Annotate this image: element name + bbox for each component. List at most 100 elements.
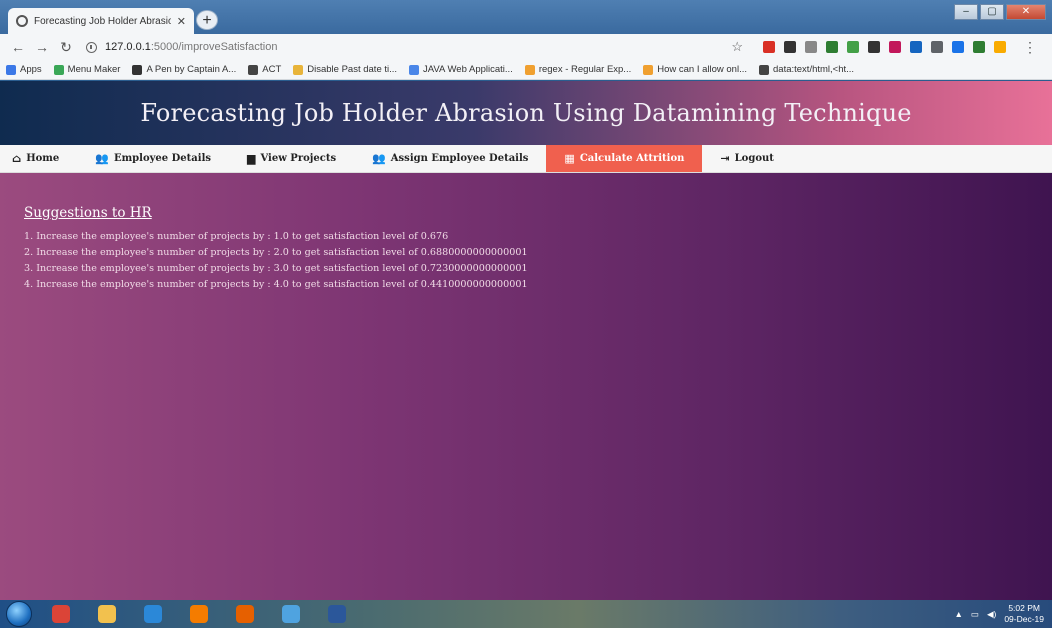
- taskbar-app-button[interactable]: [134, 602, 172, 626]
- page-title: Forecasting Job Holder Abrasion Using Da…: [140, 99, 912, 127]
- bookmark-favicon-icon: [643, 64, 654, 75]
- bookmark-label: Menu Maker: [67, 64, 121, 75]
- bookmark-label: Disable Past date ti...: [307, 64, 398, 75]
- new-tab-button[interactable]: +: [196, 10, 218, 30]
- bookmark-label: A Pen by Captain A...: [146, 64, 237, 75]
- nav-item-calculate-attrition[interactable]: ▦ Calculate Attrition: [546, 145, 703, 172]
- close-tab-icon[interactable]: ✕: [177, 15, 186, 28]
- bookmark-label: data:text/html,<ht...: [773, 64, 855, 75]
- apps-grid-icon: [6, 64, 16, 75]
- taskbar-app-button[interactable]: [272, 602, 310, 626]
- bookmark-label: How can I allow onl...: [657, 64, 747, 75]
- window-controls: – ▢ ✕: [954, 4, 1046, 20]
- reload-icon[interactable]: ↻: [56, 39, 76, 56]
- bookmark-favicon-icon: [132, 64, 143, 75]
- minimize-button[interactable]: –: [954, 4, 978, 20]
- extension-icon[interactable]: [868, 41, 880, 53]
- extension-icon[interactable]: [910, 41, 922, 53]
- nav-item-view-projects[interactable]: ▆ View Projects: [229, 145, 354, 172]
- globe-icon: [16, 15, 28, 27]
- extension-icon[interactable]: [847, 41, 859, 53]
- suggestions-list: 1. Increase the employee's number of pro…: [24, 229, 528, 293]
- address-bar[interactable]: 127.0.0.1:5000/improveSatisfaction: [80, 36, 731, 58]
- users-icon: 👥: [95, 152, 109, 165]
- nav-item-label: View Projects: [260, 153, 337, 164]
- file-explorer-icon: [98, 605, 116, 623]
- volume-icon[interactable]: ◀): [987, 609, 996, 620]
- extension-icon[interactable]: [763, 41, 775, 53]
- nav-item-logout[interactable]: ⇥ Logout: [702, 145, 791, 172]
- extension-icon[interactable]: [889, 41, 901, 53]
- bookmark-favicon-icon: [409, 64, 420, 75]
- nav-item-label: Employee Details: [113, 153, 211, 164]
- clock-time: 5:02 PM: [1008, 603, 1040, 613]
- nav-item-assign-employee-details[interactable]: 👥 Assign Employee Details: [354, 145, 546, 172]
- app-icon: [282, 605, 300, 623]
- bookmark-item[interactable]: regex - Regular Exp...: [524, 64, 631, 75]
- logout-icon: ⇥: [720, 152, 730, 165]
- bookmark-item[interactable]: Disable Past date ti...: [293, 64, 397, 75]
- extension-icon[interactable]: [973, 41, 985, 53]
- suggestions-panel: Suggestions to HR 1. Increase the employ…: [24, 205, 528, 293]
- bookmark-favicon-icon: [524, 64, 535, 75]
- browser-tab[interactable]: Forecasting Job Holder Abrasion ✕: [8, 8, 194, 34]
- bookmark-item[interactable]: How can I allow onl...: [643, 64, 747, 75]
- extension-icons: [763, 41, 1006, 53]
- bookmark-item[interactable]: Apps: [6, 64, 42, 75]
- taskbar-app-button[interactable]: [180, 602, 218, 626]
- clock-date: 09-Dec-19: [1004, 614, 1044, 624]
- vscode-icon: [144, 605, 162, 623]
- taskbar-app-button[interactable]: [226, 602, 264, 626]
- taskbar-app-button[interactable]: [42, 602, 80, 626]
- suggestion-item: 4. Increase the employee's number of pro…: [24, 279, 528, 290]
- bookmark-item[interactable]: A Pen by Captain A...: [132, 64, 236, 75]
- nav-item-label: Calculate Attrition: [579, 153, 685, 164]
- taskbar-app-button[interactable]: [318, 602, 356, 626]
- tab-title: Forecasting Job Holder Abrasion: [34, 15, 171, 27]
- word-icon: [328, 605, 346, 623]
- extension-icon[interactable]: [952, 41, 964, 53]
- tray-up-arrow-icon[interactable]: ▲: [954, 609, 962, 619]
- bookmark-item[interactable]: Menu Maker: [53, 64, 121, 75]
- bookmark-favicon-icon: [53, 64, 64, 75]
- nav-item-employee-details[interactable]: 👥 Employee Details: [77, 145, 229, 172]
- network-icon[interactable]: ▭: [971, 609, 979, 620]
- menu-icon[interactable]: ⋮: [1020, 39, 1040, 56]
- close-window-button[interactable]: ✕: [1006, 4, 1046, 20]
- site-banner: Forecasting Job Holder Abrasion Using Da…: [0, 81, 1052, 145]
- url-path: :5000/improveSatisfaction: [150, 41, 278, 53]
- taskbar-app-button[interactable]: [88, 602, 126, 626]
- forward-icon[interactable]: →: [32, 39, 52, 55]
- nav-item-label: Assign Employee Details: [390, 153, 529, 164]
- extension-icon[interactable]: [994, 41, 1006, 53]
- suggestion-item: 2. Increase the employee's number of pro…: [24, 247, 528, 258]
- bookmark-star-icon[interactable]: ☆: [731, 39, 743, 55]
- bookmark-item[interactable]: ACT: [248, 64, 281, 75]
- nav-item-home[interactable]: ⌂ Home: [0, 145, 77, 172]
- bookmark-label: Apps: [20, 64, 42, 75]
- vlc-icon: [190, 605, 208, 623]
- site-info-icon[interactable]: [86, 41, 97, 53]
- bookmark-label: ACT: [262, 64, 282, 75]
- bookmark-item[interactable]: JAVA Web Applicati...: [409, 64, 513, 75]
- os-taskbar: ▲ ▭ ◀) 5:02 PM 09-Dec-19: [0, 600, 1052, 628]
- extension-icon[interactable]: [931, 41, 943, 53]
- extension-icon[interactable]: [784, 41, 796, 53]
- bookmark-favicon-icon: [293, 64, 304, 75]
- back-icon[interactable]: ←: [8, 39, 28, 55]
- bookmark-item[interactable]: data:text/html,<ht...: [759, 64, 854, 75]
- page: Forecasting Job Holder Abrasion Using Da…: [0, 81, 1052, 600]
- extension-icon[interactable]: [826, 41, 838, 53]
- start-button[interactable]: [6, 601, 32, 627]
- extension-icon[interactable]: [805, 41, 817, 53]
- clock[interactable]: 5:02 PM 09-Dec-19: [1004, 603, 1044, 625]
- nav-item-label: Logout: [734, 153, 774, 164]
- suggestion-item: 1. Increase the employee's number of pro…: [24, 231, 449, 242]
- bookmark-favicon-icon: [248, 64, 259, 75]
- bookmarks-bar: Apps Menu Maker A Pen by Captain A... ACT Di…: [0, 60, 1052, 80]
- home-icon: ⌂: [12, 152, 22, 165]
- users-icon: 👥: [372, 152, 386, 165]
- maximize-button[interactable]: ▢: [980, 4, 1004, 20]
- calculator-icon: ▦: [564, 152, 575, 165]
- firefox-icon: [236, 605, 254, 623]
